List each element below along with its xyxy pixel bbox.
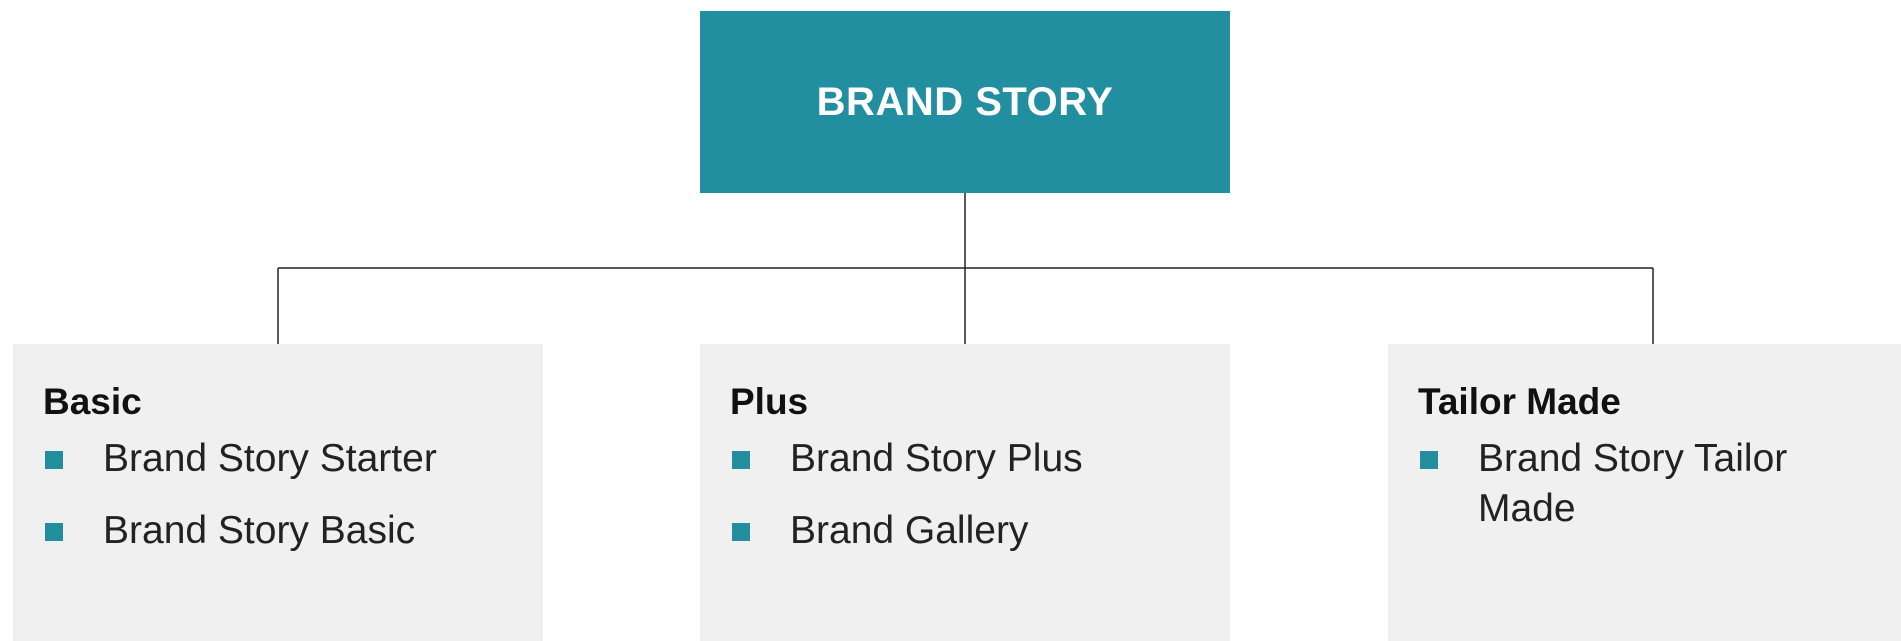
list-item: Brand Story Plus [730, 434, 1200, 484]
child-node-title: Plus [730, 381, 809, 422]
list-item-label: Brand Story Tailor Made [1478, 437, 1788, 531]
list-item-label: Brand Gallery [790, 509, 1029, 553]
square-bullet-icon [732, 523, 750, 542]
root-node-title: BRAND STORY [816, 79, 1114, 124]
list-item: Brand Story Tailor Made [1418, 434, 1888, 534]
root-node-brand-story: BRAND STORY [700, 11, 1230, 193]
child-node-title: Tailor Made [1418, 381, 1621, 422]
list-item: Brand Gallery [730, 506, 1200, 556]
child-node-tailor-made: Tailor Made Brand Story Tailor Made [1388, 344, 1901, 641]
child-node-plus: Plus Brand Story Plus Brand Gallery [700, 344, 1230, 641]
list-item: Brand Story Starter [43, 434, 513, 484]
square-bullet-icon [45, 523, 63, 542]
list-item-label: Brand Story Basic [103, 509, 416, 553]
child-node-list: Brand Story Tailor Made [1418, 434, 1888, 534]
list-item-label: Brand Story Plus [790, 437, 1083, 481]
child-node-list: Brand Story Plus Brand Gallery [730, 434, 1200, 556]
child-node-basic: Basic Brand Story Starter Brand Story Ba… [13, 344, 543, 641]
square-bullet-icon [1420, 451, 1438, 470]
list-item: Brand Story Basic [43, 506, 513, 556]
child-node-title: Basic [43, 381, 142, 422]
child-node-list: Brand Story Starter Brand Story Basic [43, 434, 513, 556]
list-item-label: Brand Story Starter [103, 437, 437, 481]
square-bullet-icon [732, 451, 750, 470]
square-bullet-icon [45, 451, 63, 470]
